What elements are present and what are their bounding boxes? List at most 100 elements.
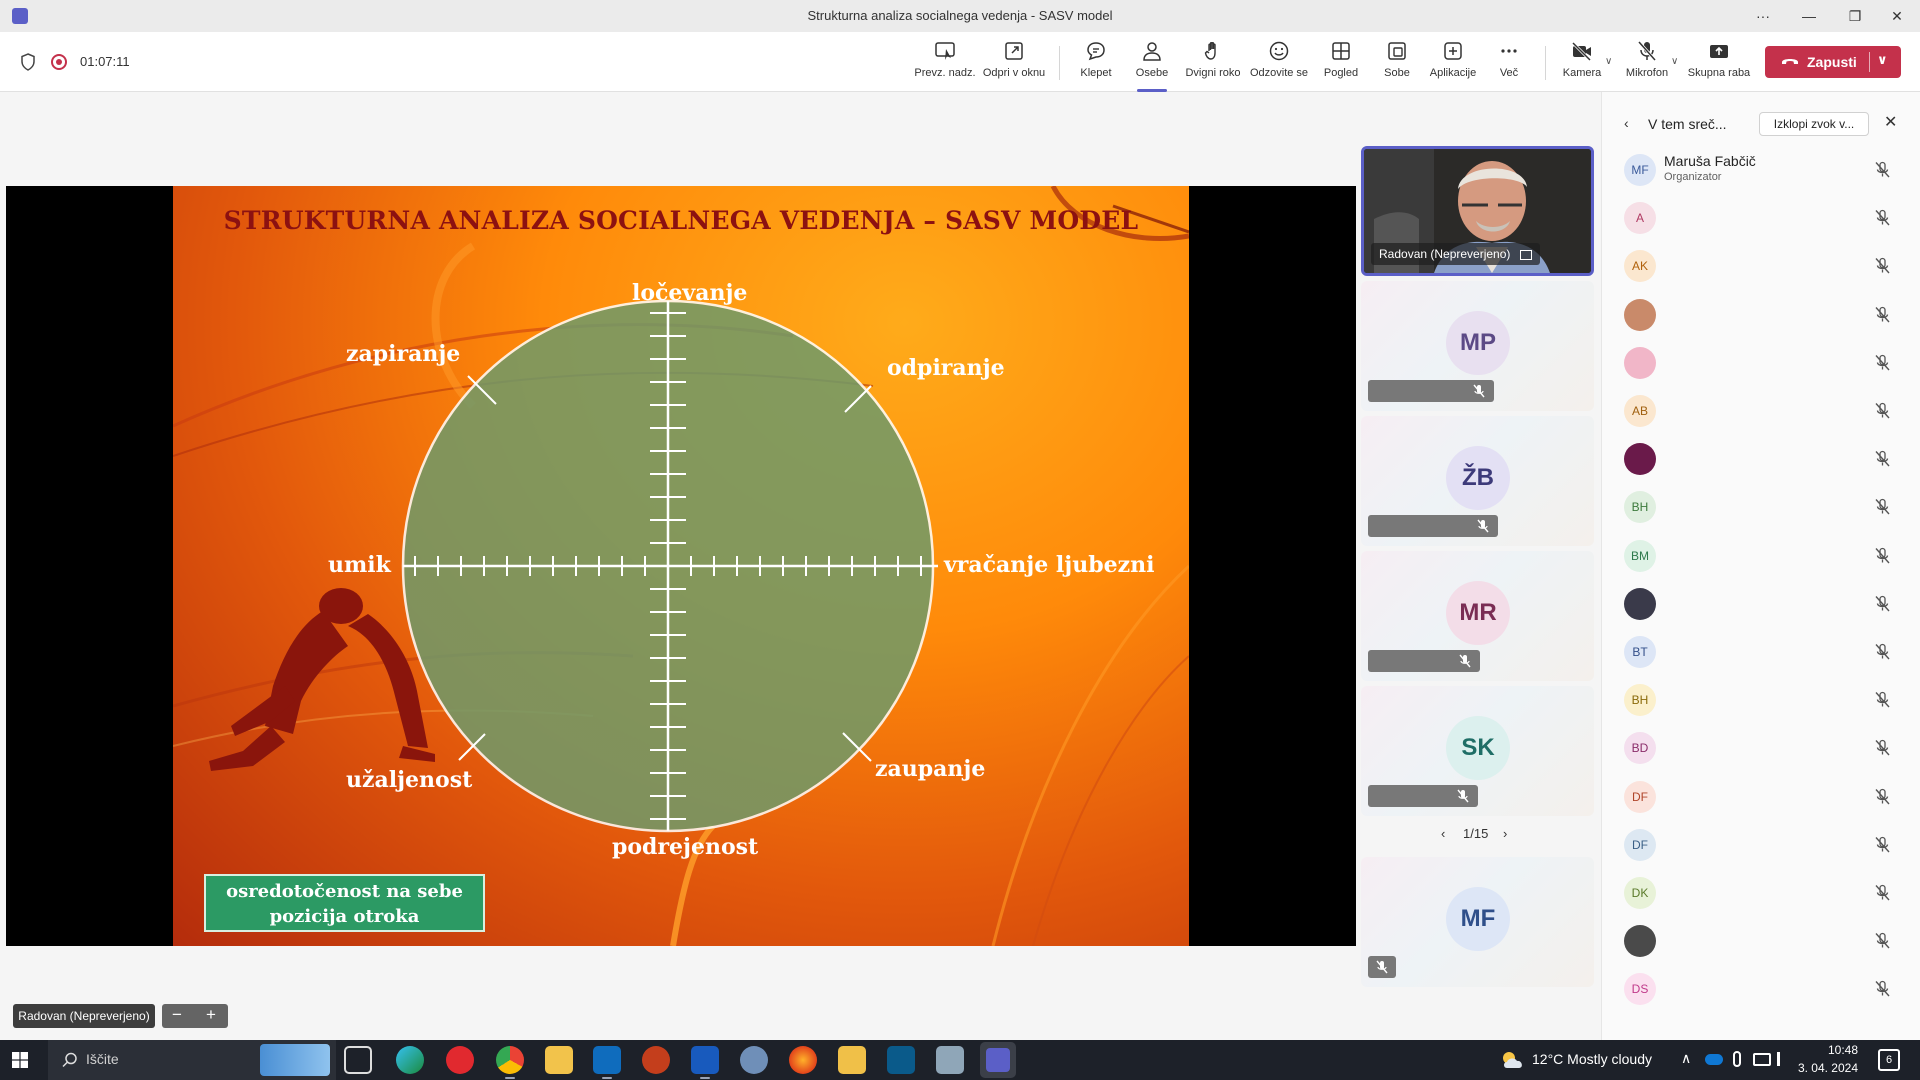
participant-avatar: MF: [1624, 154, 1656, 186]
avatar: MP: [1446, 311, 1510, 375]
mute-all-button[interactable]: Izklopi zvok v...: [1759, 112, 1869, 136]
participant-row[interactable]: BM: [1602, 535, 1920, 575]
teams-taskbar-icon[interactable]: [980, 1042, 1016, 1078]
notifications-icon[interactable]: 6: [1878, 1049, 1900, 1071]
close-window-button[interactable]: ✕: [1874, 0, 1920, 32]
video-tile-sk[interactable]: SK: [1361, 686, 1594, 816]
react-button[interactable]: Odzovite se: [1246, 40, 1312, 86]
restore-button[interactable]: ❐: [1832, 0, 1878, 32]
clock-date[interactable]: 3. 04. 2024: [1792, 1061, 1858, 1075]
participant-row[interactable]: BH: [1602, 679, 1920, 719]
label-top-left: zapiranje: [346, 341, 461, 367]
vivaldi-icon[interactable]: [446, 1046, 474, 1074]
participant-row[interactable]: [1602, 342, 1920, 382]
participant-row[interactable]: MF Maruša Fabčič Organizator: [1602, 149, 1920, 189]
tray-chevron-icon[interactable]: ∧: [1681, 1050, 1691, 1067]
panel-back-button[interactable]: ‹: [1624, 115, 1629, 131]
network-icon[interactable]: [1753, 1053, 1771, 1066]
participant-row[interactable]: BH: [1602, 486, 1920, 526]
minimize-button[interactable]: —: [1786, 0, 1832, 32]
take-control-button[interactable]: Prevz. nadz.: [912, 40, 978, 86]
video-tile-presenter[interactable]: Radovan (Nepreverjeno): [1361, 146, 1594, 276]
participant-row[interactable]: AK: [1602, 245, 1920, 285]
outlook-icon[interactable]: [593, 1046, 621, 1079]
share-button[interactable]: Skupna raba: [1686, 40, 1752, 86]
more-button[interactable]: Več: [1476, 40, 1542, 86]
participant-row[interactable]: [1602, 294, 1920, 334]
onedrive-icon[interactable]: [1705, 1054, 1723, 1065]
mic-off-icon[interactable]: [1874, 980, 1891, 997]
video-tile-self[interactable]: MF: [1361, 857, 1594, 987]
shield-icon: [21, 53, 35, 71]
panel-close-button[interactable]: ✕: [1884, 112, 1897, 132]
participant-avatar: [1624, 347, 1656, 379]
participant-row[interactable]: AB: [1602, 390, 1920, 430]
raise-hand-button[interactable]: Dvigni roko: [1180, 40, 1246, 86]
mic-off-icon[interactable]: [1874, 354, 1891, 371]
participant-row[interactable]: DF: [1602, 824, 1920, 864]
mic-off-icon[interactable]: [1874, 595, 1891, 612]
mic-off-icon[interactable]: [1874, 788, 1891, 805]
mic-off-icon[interactable]: [1874, 498, 1891, 515]
microphone-tray-icon[interactable]: [1733, 1051, 1741, 1067]
participant-row[interactable]: DF: [1602, 776, 1920, 816]
microphone-label: Mikrofon: [1625, 67, 1669, 79]
caption-line-1: osredotočenost na sebe: [226, 881, 463, 902]
video-tile-mp[interactable]: MP: [1361, 281, 1594, 411]
clock-time[interactable]: 10:48: [1812, 1043, 1858, 1057]
participant-row[interactable]: DS: [1602, 968, 1920, 1008]
edge-icon[interactable]: [396, 1046, 424, 1074]
task-view-icon[interactable]: [344, 1046, 372, 1074]
participant-row[interactable]: A: [1602, 197, 1920, 237]
mic-off-icon[interactable]: [1874, 450, 1891, 467]
participant-row[interactable]: BT: [1602, 631, 1920, 671]
word-icon[interactable]: [691, 1046, 719, 1079]
mic-off-icon[interactable]: [1874, 643, 1891, 660]
mic-off-icon[interactable]: [1874, 161, 1891, 178]
pager-prev-button[interactable]: ‹: [1441, 826, 1445, 841]
mic-off-icon[interactable]: [1874, 402, 1891, 419]
app-icon[interactable]: [740, 1046, 768, 1074]
camera-options-chevron-icon[interactable]: ∨: [1605, 56, 1612, 67]
leave-options-chevron-icon[interactable]: ∨: [1877, 52, 1888, 68]
pager-next-button[interactable]: ›: [1503, 826, 1507, 841]
tile-name-bar: [1368, 785, 1478, 807]
leave-button[interactable]: Zapusti ∨: [1765, 46, 1901, 78]
more-options-icon[interactable]: ···: [1740, 0, 1786, 32]
file-explorer-icon[interactable]: [545, 1046, 573, 1074]
chrome-icon[interactable]: [496, 1046, 524, 1079]
participant-row[interactable]: [1602, 583, 1920, 623]
popout-button[interactable]: Odpri v oknu: [981, 40, 1047, 86]
sticky-notes-icon[interactable]: [838, 1046, 866, 1074]
participant-row[interactable]: [1602, 920, 1920, 960]
participant-row[interactable]: BD: [1602, 727, 1920, 767]
mic-off-icon[interactable]: [1874, 884, 1891, 901]
weather-text[interactable]: 12°C Mostly cloudy: [1532, 1051, 1652, 1067]
mic-off-icon: [1457, 789, 1469, 803]
camera-label: Kamera: [1562, 67, 1602, 79]
participant-row[interactable]: DK: [1602, 872, 1920, 912]
windows-start-icon[interactable]: [12, 1052, 28, 1068]
video-tile-zb[interactable]: ŽB: [1361, 416, 1594, 546]
mic-off-icon[interactable]: [1874, 257, 1891, 274]
zoom-out-button[interactable]: −: [166, 1005, 188, 1025]
mic-off-icon[interactable]: [1874, 739, 1891, 756]
mic-off-icon[interactable]: [1874, 932, 1891, 949]
mic-off-icon[interactable]: [1874, 306, 1891, 323]
reader-icon[interactable]: [887, 1046, 915, 1074]
taskbar-search[interactable]: Iščite: [48, 1040, 336, 1080]
popout-icon: [1005, 42, 1023, 60]
people-button[interactable]: Osebe: [1119, 40, 1185, 92]
mic-off-icon[interactable]: [1874, 547, 1891, 564]
volume-icon[interactable]: [1777, 1052, 1791, 1066]
mic-off-icon[interactable]: [1874, 836, 1891, 853]
app-icon[interactable]: [936, 1046, 964, 1074]
firefox-icon[interactable]: [789, 1046, 817, 1074]
mic-off-icon[interactable]: [1874, 691, 1891, 708]
participant-row[interactable]: [1602, 438, 1920, 478]
mic-off-icon[interactable]: [1874, 209, 1891, 226]
zoom-in-button[interactable]: +: [200, 1005, 222, 1025]
video-tile-mr[interactable]: MR: [1361, 551, 1594, 681]
powerpoint-icon[interactable]: [642, 1046, 670, 1074]
microphone-options-chevron-icon[interactable]: ∨: [1671, 56, 1678, 67]
